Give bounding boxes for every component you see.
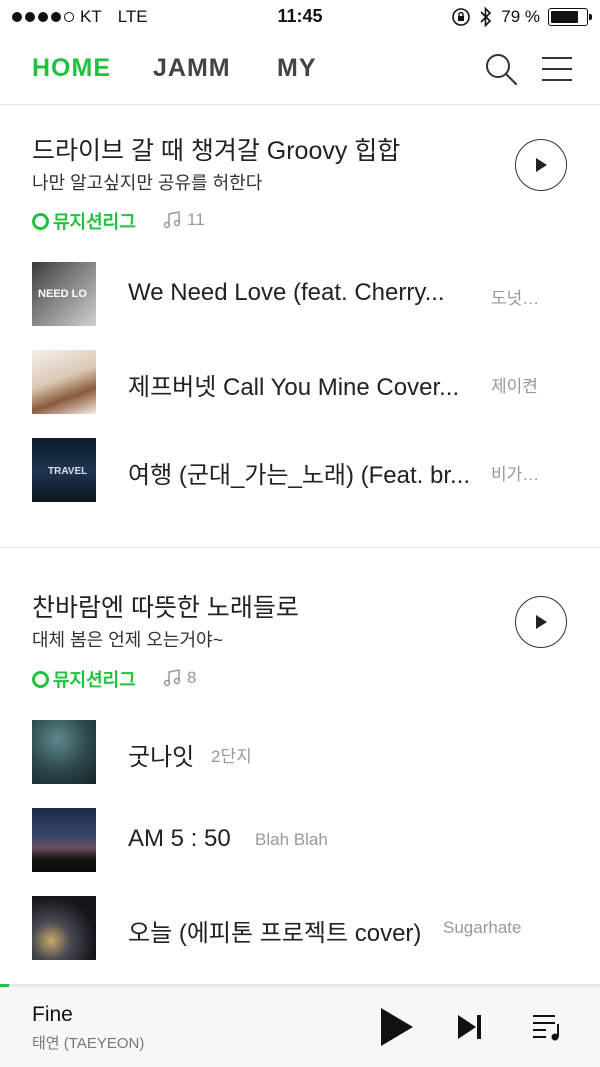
album-art-text: NEED LO [38, 288, 87, 300]
playlist-subtitle: 대체 봄은 언제 오는거야~ [32, 630, 224, 650]
tab-my[interactable]: MY [277, 54, 317, 83]
playlist-title[interactable]: 드라이브 갈 때 챙겨갈 Groovy 힙합 [32, 131, 400, 167]
top-nav: HOME JAMM MY [0, 34, 600, 105]
music-note-icon [163, 211, 181, 229]
album-art [32, 896, 96, 960]
track-artist: Sugarhate [443, 918, 522, 937]
track-title: AM 5 : 50 [128, 825, 231, 852]
playback-progress[interactable] [0, 984, 600, 987]
track-item[interactable]: 오늘 (에피톤 프로젝트 cover) Sugarhate [0, 896, 600, 960]
music-note-icon [163, 669, 181, 687]
play-icon[interactable] [379, 1006, 415, 1048]
play-icon [536, 615, 547, 629]
musician-league-badge[interactable]: 뮤지션리그 [32, 666, 136, 692]
status-bar: KT LTE 11:45 79 % [0, 0, 600, 34]
album-art-text: TRAVEL [48, 466, 88, 477]
track-artist: Blah Blah [255, 830, 328, 849]
album-art [32, 720, 96, 784]
track-title: 여행 (군대_가는_노래) (Feat. br... [128, 462, 471, 489]
status-right: 79 % [451, 6, 592, 28]
search-icon[interactable] [484, 52, 518, 86]
track-count: 11 [162, 210, 205, 230]
brand-label: 뮤지션리그 [53, 212, 136, 232]
track-artist: 비가… [491, 465, 540, 484]
musician-league-badge[interactable]: 뮤지션리그 [32, 208, 136, 234]
battery-fill [551, 11, 578, 23]
track-item[interactable]: NEED LO We Need Love (feat. Cherry... 도넛… [0, 262, 600, 326]
bluetooth-icon [480, 6, 492, 28]
playlist-play-button[interactable] [515, 139, 567, 191]
album-art: NEED LO [32, 262, 96, 326]
tab-home[interactable]: HOME [32, 54, 111, 83]
track-artist: 2단지 [211, 747, 252, 766]
track-item[interactable]: AM 5 : 50 Blah Blah [0, 808, 600, 872]
track-artist: 제이켠 [491, 377, 538, 396]
track-title: 제프버넷 Call You Mine Cover... [128, 374, 460, 401]
track-count-value: 11 [187, 210, 205, 229]
track-count-value: 8 [187, 668, 197, 687]
track-title: 오늘 (에피톤 프로젝트 cover) [128, 920, 422, 947]
playlist-icon[interactable] [531, 1011, 563, 1043]
track-item[interactable]: 제프버넷 Call You Mine Cover... 제이켠 [0, 350, 600, 414]
battery-percent: 79 % [501, 7, 540, 26]
playlist-title[interactable]: 찬바람엔 따뜻한 노래들로 [32, 588, 299, 624]
track-title: 굿나잇 [128, 744, 195, 771]
album-art [32, 350, 96, 414]
now-playing-artist: 태연 (TAEYEON) [32, 1035, 145, 1052]
album-art: TRAVEL [32, 438, 96, 502]
orientation-lock-icon [452, 8, 471, 26]
playback-progress-fill [0, 984, 9, 987]
track-count: 8 [162, 668, 196, 688]
track-item[interactable]: TRAVEL 여행 (군대_가는_노래) (Feat. br... 비가… [0, 438, 600, 502]
play-icon [536, 158, 547, 172]
playlist-play-button[interactable] [515, 596, 567, 648]
brand-label: 뮤지션리그 [53, 670, 136, 690]
now-playing-title: Fine [32, 1003, 73, 1026]
track-item[interactable]: 굿나잇 2단지 [0, 720, 600, 784]
playlist-section: 드라이브 갈 때 챙겨갈 Groovy 힙합 나만 알고싶지만 공유를 허한다 … [0, 106, 600, 547]
brand-ring-icon [32, 670, 49, 688]
battery-icon [548, 8, 592, 26]
track-title: We Need Love (feat. Cherry... [128, 279, 445, 306]
menu-icon[interactable] [540, 52, 574, 86]
album-art [32, 808, 96, 872]
playlist-section: 찬바람엔 따뜻한 노래들로 대체 봄은 언제 오는거야~ 뮤지션리그 8 굿나잇… [0, 548, 600, 984]
playlist-subtitle: 나만 알고싶지만 공유를 허한다 [32, 173, 263, 193]
next-icon[interactable] [456, 1013, 484, 1041]
mini-player[interactable]: Fine 태연 (TAEYEON) [0, 984, 600, 1067]
brand-ring-icon [32, 212, 49, 230]
tab-jamm[interactable]: JAMM [153, 54, 231, 83]
track-artist: 도넛… [491, 289, 540, 308]
